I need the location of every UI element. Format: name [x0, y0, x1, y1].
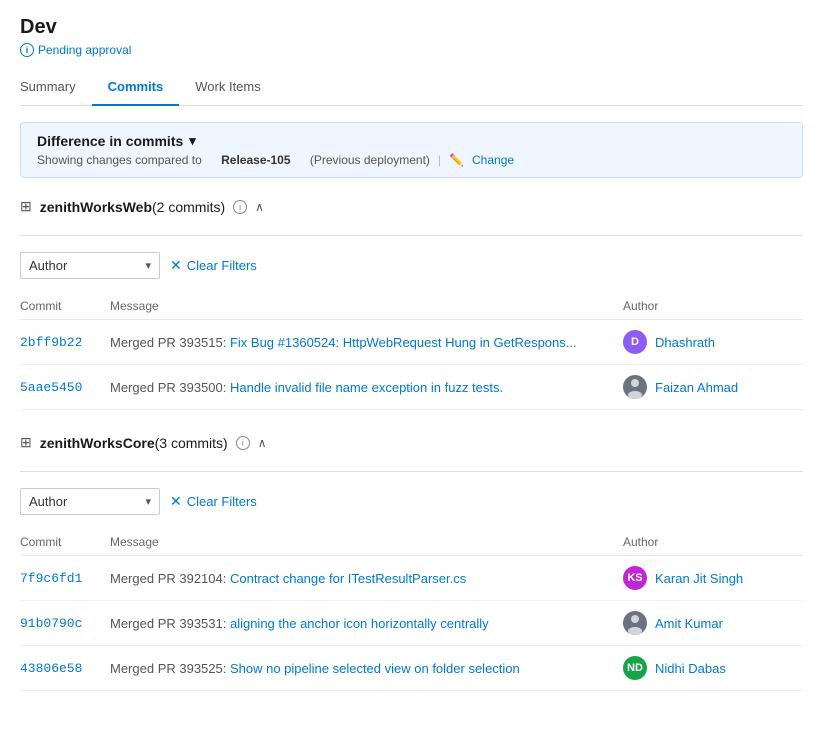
- author-name[interactable]: Faizan Ahmad: [655, 380, 738, 395]
- commit-message: Merged PR 393515: Fix Bug #1360524: Http…: [110, 335, 577, 350]
- col-header-message: Message: [110, 529, 623, 556]
- commit-hash[interactable]: 91b0790c: [20, 616, 82, 631]
- col-header-commit: Commit: [20, 293, 110, 320]
- avatar: ND: [623, 656, 647, 680]
- clear-x-icon: ✕: [170, 493, 182, 510]
- col-header-message: Message: [110, 293, 623, 320]
- author-dropdown-repo1[interactable]: Author ▾: [20, 252, 160, 279]
- commit-hash[interactable]: 2bff9b22: [20, 335, 82, 350]
- commits-table-repo2: Commit Message Author 7f9c6fd1 Merged PR…: [20, 529, 803, 691]
- commit-hash[interactable]: 43806e58: [20, 661, 82, 676]
- repo-icon: ⊞: [20, 198, 32, 215]
- dropdown-arrow: ▾: [145, 259, 151, 272]
- tabs-bar: Summary Commits Work Items: [20, 71, 803, 106]
- diff-subtitle-prefix: Showing changes compared to: [37, 153, 202, 167]
- commit-hash[interactable]: 7f9c6fd1: [20, 571, 82, 586]
- clear-filters-repo1[interactable]: ✕ Clear Filters: [170, 257, 257, 274]
- repo-name: zenithWorksCore(3 commits): [40, 435, 228, 451]
- commit-hash[interactable]: 5aae5450: [20, 380, 82, 395]
- clear-x-icon: ✕: [170, 257, 182, 274]
- author-name[interactable]: Amit Kumar: [655, 616, 723, 631]
- tab-work-items[interactable]: Work Items: [179, 71, 277, 106]
- author-cell: Amit Kumar: [623, 611, 803, 635]
- table-row: 2bff9b22 Merged PR 393515: Fix Bug #1360…: [20, 320, 803, 365]
- col-header-author: Author: [623, 529, 803, 556]
- pencil-icon: ✏️: [449, 153, 464, 167]
- author-cell: ND Nidhi Dabas: [623, 656, 803, 680]
- commit-message: Merged PR 393500: Handle invalid file na…: [110, 380, 503, 395]
- repo-name: zenithWorksWeb(2 commits): [40, 199, 225, 215]
- table-row: 91b0790c Merged PR 393531: aligning the …: [20, 601, 803, 646]
- table-row: 43806e58 Merged PR 393525: Show no pipel…: [20, 646, 803, 691]
- compared-to-note: (Previous deployment): [310, 153, 430, 167]
- commit-message: Merged PR 393525: Show no pipeline selec…: [110, 661, 520, 676]
- avatar: [623, 611, 647, 635]
- diff-chevron: ▾: [189, 133, 196, 149]
- author-name[interactable]: Karan Jit Singh: [655, 571, 743, 586]
- commit-message: Merged PR 392104: Contract change for IT…: [110, 571, 466, 586]
- tab-summary[interactable]: Summary: [20, 71, 92, 106]
- avatar: D: [623, 330, 647, 354]
- page-title: Dev: [20, 16, 803, 39]
- repo-info-icon[interactable]: i: [233, 200, 247, 214]
- divider: [20, 235, 803, 236]
- dropdown-arrow: ▾: [145, 495, 151, 508]
- tab-commits[interactable]: Commits: [92, 71, 180, 106]
- repo-section-zenithWorksCore: ⊞ zenithWorksCore(3 commits) i ∧ Author …: [20, 434, 803, 691]
- diff-title[interactable]: Difference in commits ▾: [37, 133, 786, 149]
- repo-icon: ⊞: [20, 434, 32, 451]
- info-icon: i: [20, 43, 34, 57]
- commits-table-repo1: Commit Message Author 2bff9b22 Merged PR…: [20, 293, 803, 410]
- repo-info-icon[interactable]: i: [236, 436, 250, 450]
- change-link[interactable]: Change: [472, 153, 514, 167]
- author-cell: KS Karan Jit Singh: [623, 566, 803, 590]
- author-name[interactable]: Dhashrath: [655, 335, 715, 350]
- repo-section-zenithWorksWeb: ⊞ zenithWorksWeb(2 commits) i ∧ Author ▾…: [20, 198, 803, 410]
- clear-filters-repo2[interactable]: ✕ Clear Filters: [170, 493, 257, 510]
- author-cell: D Dhashrath: [623, 330, 803, 354]
- author-dropdown-repo2[interactable]: Author ▾: [20, 488, 160, 515]
- table-row: 7f9c6fd1 Merged PR 392104: Contract chan…: [20, 556, 803, 601]
- divider: [20, 471, 803, 472]
- col-header-commit: Commit: [20, 529, 110, 556]
- author-cell: Faizan Ahmad: [623, 375, 803, 399]
- avatar: KS: [623, 566, 647, 590]
- avatar: [623, 375, 647, 399]
- diff-banner: Difference in commits ▾ Showing changes …: [20, 122, 803, 178]
- repo-collapse-icon[interactable]: ∧: [255, 200, 264, 214]
- table-row: 5aae5450 Merged PR 393500: Handle invali…: [20, 365, 803, 410]
- status-text: Pending approval: [38, 43, 131, 57]
- col-header-author: Author: [623, 293, 803, 320]
- compared-to-release: Release-105: [221, 153, 290, 167]
- commit-message: Merged PR 393531: aligning the anchor ic…: [110, 616, 489, 631]
- repo-collapse-icon[interactable]: ∧: [258, 436, 267, 450]
- author-name[interactable]: Nidhi Dabas: [655, 661, 726, 676]
- pending-approval-status: i Pending approval: [20, 43, 803, 57]
